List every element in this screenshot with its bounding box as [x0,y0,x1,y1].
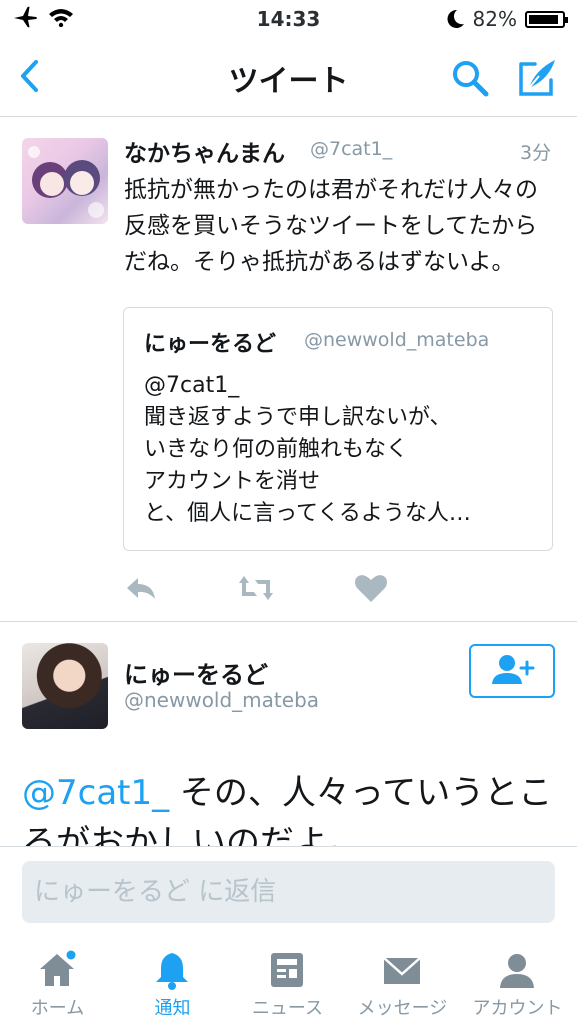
nav-bar: ツイート [0,38,577,117]
reply-bar [0,846,577,943]
retweet-icon[interactable] [238,572,274,604]
home-icon [40,950,76,986]
quoted-tweet[interactable]: にゅーをるど @newwold_mateba @7cat1_ 聞き返すようで申し… [123,307,553,551]
author-handle[interactable]: @7cat1_ [310,138,392,160]
like-heart-icon[interactable] [353,572,389,604]
envelope-icon [383,957,421,984]
add-user-icon [492,655,535,684]
mention-link[interactable]: @7cat1_ [22,773,169,813]
tab-label: ニュース [251,998,324,1019]
search-icon[interactable] [450,58,490,98]
compose-icon[interactable] [515,56,559,100]
tab-news[interactable]: ニュース [230,942,345,1024]
tab-messages[interactable]: メッセージ [345,942,460,1024]
follow-button[interactable] [469,644,555,698]
tab-label: メッセージ [357,998,448,1019]
author-name[interactable]: にゅーをるど [124,655,268,690]
bell-icon [156,953,188,990]
status-right: 82% [447,7,568,31]
author-handle[interactable]: @newwold_mateba [124,688,319,712]
tweet-text: 抵抗が無かったのは君がそれだけ人々の反感を買いそうなツイートをしてたからだね。そ… [124,177,538,275]
tab-bar: ホーム 通知 ニュース メッセージ アカウント [0,942,577,1024]
page-title: ツイート [228,64,349,99]
tab-label: 通知 [154,998,191,1019]
tab-label: ホーム [30,998,85,1019]
tab-home[interactable]: ホーム [0,942,115,1024]
quoted-tweet-text: @7cat1_ 聞き返すようで申し訳ないが、 いきなり何の前触れもなく アカウン… [144,373,471,526]
avatar-illustration [28,146,104,218]
tweet-timestamp: 3分 [520,142,552,164]
author-name[interactable]: なかちゃんまん [124,134,285,168]
reply-input[interactable] [22,861,555,923]
avatar[interactable] [22,138,108,224]
tab-notifications[interactable]: 通知 [115,942,230,1024]
tab-account[interactable]: アカウント [460,942,575,1024]
divider [0,621,577,622]
quoted-author-name: にゅーをるど [144,332,277,357]
moon-icon [447,9,464,28]
battery-percent: 82% [472,7,517,31]
person-icon [500,954,534,988]
tab-label: アカウント [472,998,563,1019]
reply-icon[interactable] [124,572,160,604]
status-bar: 14:33 82% [0,0,577,38]
news-icon [271,953,303,987]
quoted-author-handle: @newwold_mateba [304,329,490,351]
avatar[interactable] [22,643,108,729]
battery-icon [525,10,568,28]
